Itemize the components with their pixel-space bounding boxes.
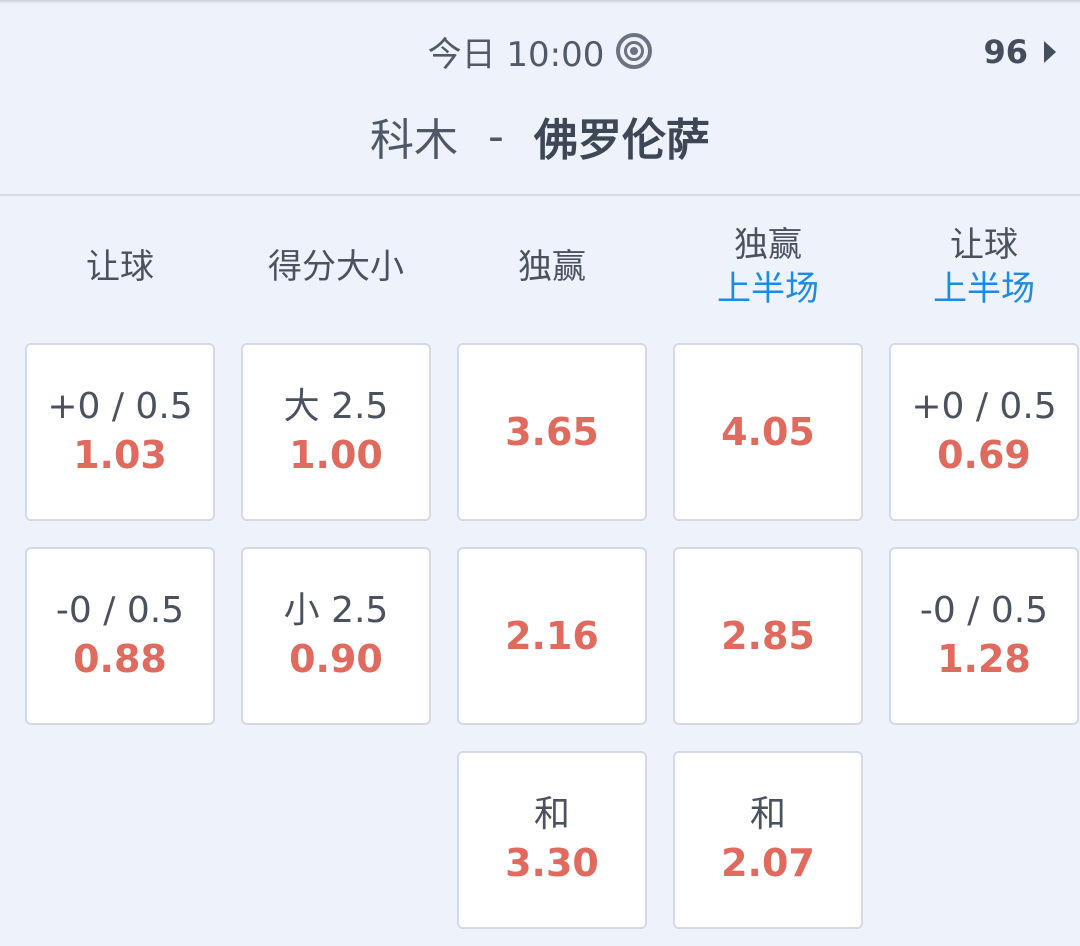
odds-cell-moneyline-away[interactable]: 2.16 [457,547,647,725]
odds-value: 3.30 [505,841,599,885]
odds-value: 0.88 [73,637,167,681]
column-title: 让球 [86,247,154,287]
away-team: 佛罗伦萨 [533,115,710,166]
home-team: 科木 [370,115,459,166]
odds-label: +0 / 0.5 [47,386,193,427]
odds-label: 小 2.5 [283,590,389,631]
column-header-handicap: 让球 [25,222,215,312]
odds-value: 1.00 [289,433,383,477]
odds-cell-moneyline-1h-home[interactable]: 4.05 [673,343,863,521]
odds-value: 3.65 [505,410,599,454]
match-time-row: 今日 10:00 [0,28,1080,75]
column-header-handicap-1h: 让球 上半场 [889,222,1079,312]
column-subtitle: 上半场 [717,269,819,309]
odds-value: 2.07 [721,841,815,885]
more-markets-button[interactable]: 96 [983,32,1056,72]
team-separator: - [488,110,504,162]
odds-value: 1.03 [73,433,167,477]
odds-value: 4.05 [721,410,815,454]
odds-value: 2.16 [505,614,599,658]
odds-label: +0 / 0.5 [911,386,1057,427]
column-header-moneyline-1h: 独赢 上半场 [673,222,863,312]
live-stream-icon[interactable] [616,33,653,69]
match-header: 今日 10:00 96 科木 - 佛罗伦萨 [0,0,1080,196]
odds-cell-handicap-away[interactable]: -0 / 0.5 0.88 [25,547,215,725]
odds-cell-moneyline-1h-away[interactable]: 2.85 [673,547,863,725]
odds-cell-handicap-1h-away[interactable]: -0 / 0.5 1.28 [889,547,1079,725]
column-title: 独赢 [734,225,802,265]
odds-value: 2.85 [721,614,815,658]
column-subtitle: 上半场 [933,269,1035,309]
match-time: 今日 10:00 [427,34,605,75]
chevron-right-icon [1044,41,1056,63]
odds-cell-under[interactable]: 小 2.5 0.90 [241,547,431,725]
odds-value: 1.28 [937,637,1031,681]
odds-value: 0.90 [289,637,383,681]
more-markets-count: 96 [983,33,1028,71]
column-title: 独赢 [518,247,586,287]
odds-cell-over[interactable]: 大 2.5 1.00 [241,343,431,521]
column-title: 让球 [950,225,1018,265]
odds-cell-moneyline-draw[interactable]: 和 3.30 [457,751,647,929]
odds-label: 和 [533,794,570,835]
odds-label: -0 / 0.5 [55,590,185,631]
odds-cell-handicap-home[interactable]: +0 / 0.5 1.03 [25,343,215,521]
column-title: 得分大小 [268,247,404,287]
odds-value: 0.69 [937,433,1031,477]
odds-label: -0 / 0.5 [919,590,1049,631]
odds-label: 大 2.5 [283,386,389,427]
odds-cell-moneyline-1h-draw[interactable]: 和 2.07 [673,751,863,929]
odds-cell-handicap-1h-home[interactable]: +0 / 0.5 0.69 [889,343,1079,521]
odds-cell-moneyline-home[interactable]: 3.65 [457,343,647,521]
column-header-over-under: 得分大小 [241,222,431,312]
teams-row: 科木 - 佛罗伦萨 [0,108,1080,167]
column-header-moneyline: 独赢 [457,222,647,312]
odds-label: 和 [749,794,786,835]
